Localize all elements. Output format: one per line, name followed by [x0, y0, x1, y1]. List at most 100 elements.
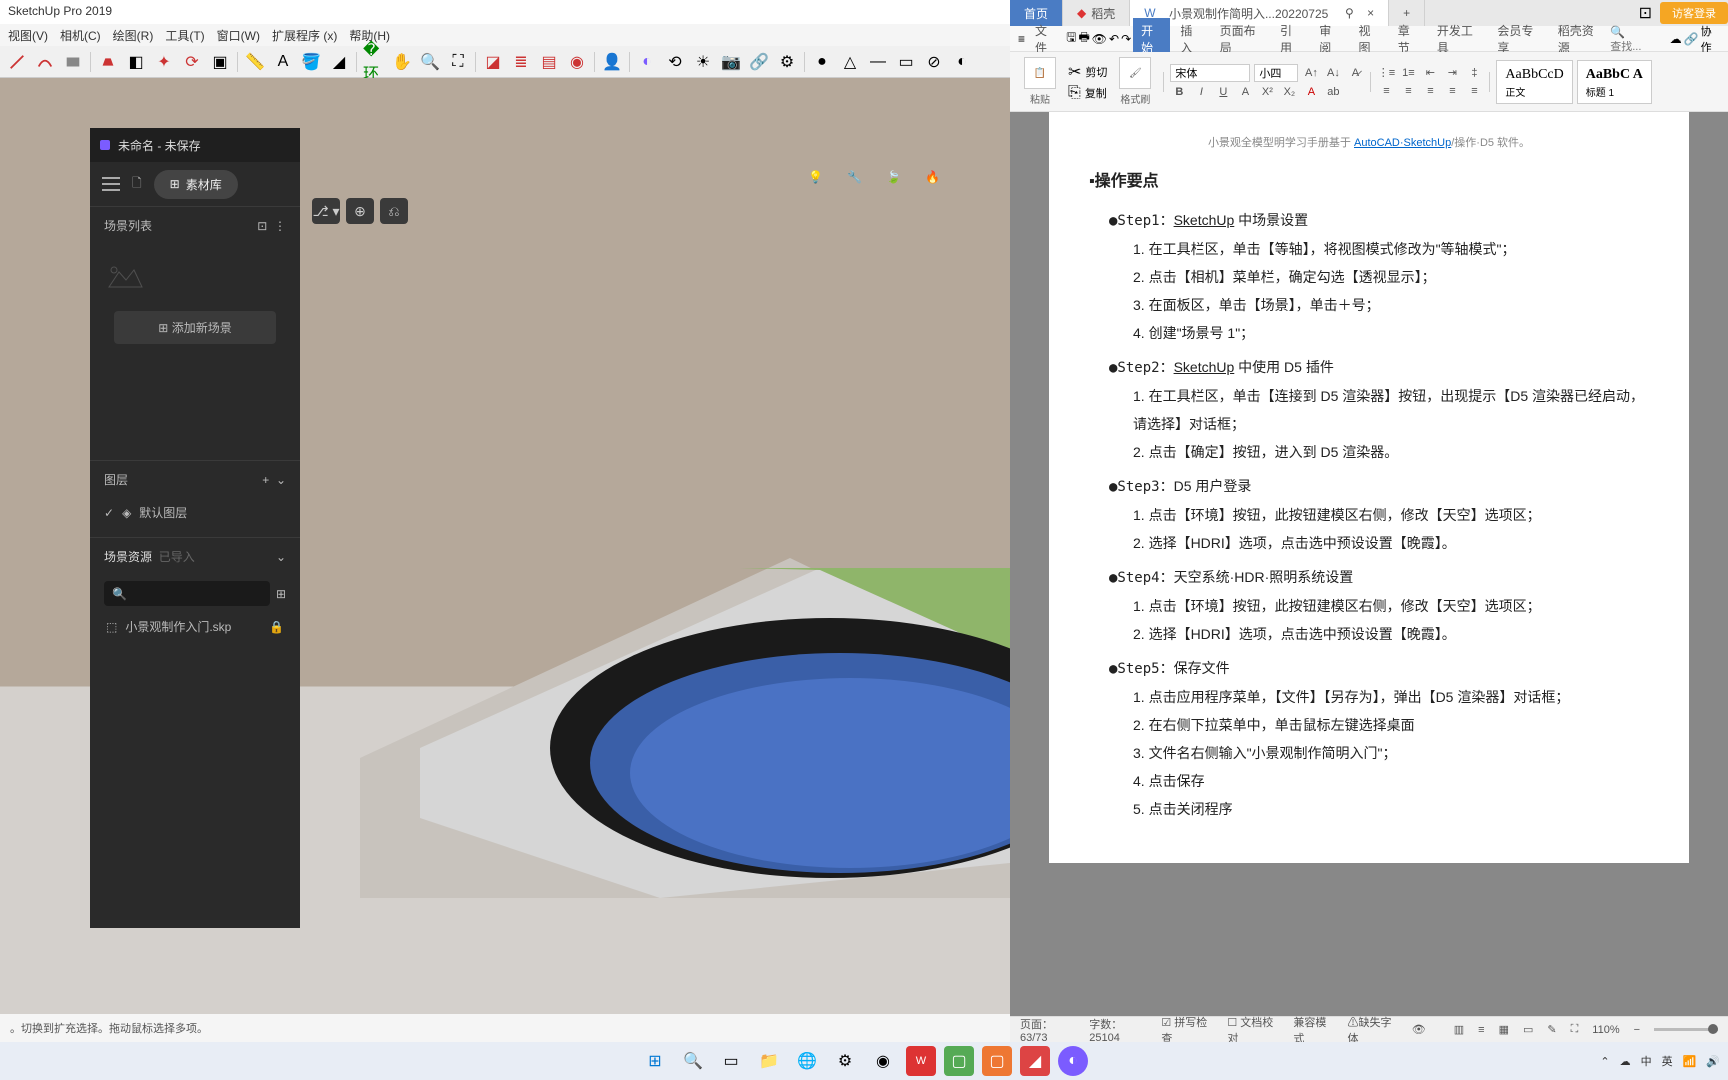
back-icon[interactable]: ◐	[951, 51, 973, 73]
more-icon[interactable]: ⋮	[274, 219, 286, 233]
taskview-button[interactable]: ▭	[716, 1046, 746, 1076]
edge-icon[interactable]: —	[867, 51, 889, 73]
tray-cloud-icon[interactable]: ☁	[1620, 1055, 1631, 1068]
grid-button[interactable]: ⊕	[346, 198, 374, 224]
copy-label[interactable]: 复制	[1085, 85, 1107, 101]
xray-icon[interactable]: ⊘	[923, 51, 945, 73]
chevron-down-icon[interactable]: ⌄	[276, 550, 286, 564]
view-outline-icon[interactable]: ≡	[1478, 1024, 1484, 1036]
snap-button[interactable]: ⎌	[380, 198, 408, 224]
menu-view[interactable]: 视图(V)	[8, 27, 48, 44]
super-icon[interactable]: X²	[1258, 84, 1276, 100]
person-icon[interactable]: 👤	[601, 51, 623, 73]
word-count[interactable]: 字数：25104	[1089, 1016, 1147, 1044]
format-painter-button[interactable]: 🖌	[1119, 57, 1151, 89]
style-h1[interactable]: AaBbC A标题 1	[1577, 60, 1652, 104]
wifi-icon[interactable]: 📶	[1683, 1055, 1697, 1068]
clear-format-icon[interactable]: A̷	[1346, 65, 1364, 81]
edge-icon[interactable]: 🌐	[792, 1046, 822, 1076]
d5-camera-icon[interactable]: 📷	[720, 51, 742, 73]
arc-tool-icon[interactable]	[34, 51, 56, 73]
document-area[interactable]: 小景观全模型明学习手册基于 AutoCAD·SketchUp/操作·D5 软件。…	[1010, 112, 1728, 1016]
add-scene-button[interactable]: ⊞ 添加新场景	[114, 311, 276, 344]
wire-icon[interactable]: △	[839, 51, 861, 73]
eye-icon[interactable]: 👁	[1412, 1023, 1426, 1036]
add-layer-icon[interactable]: +	[262, 473, 269, 487]
indent-icon[interactable]: ⇥	[1443, 65, 1461, 81]
align-left-icon[interactable]: ≡	[1377, 83, 1395, 99]
login-button[interactable]: 访客登录	[1660, 2, 1728, 24]
align-center-icon[interactable]: ≡	[1399, 83, 1417, 99]
view-page-icon[interactable]: ▥	[1454, 1023, 1464, 1036]
orbit-icon[interactable]: �环	[363, 51, 385, 73]
collab-icon[interactable]: 协作	[1701, 23, 1720, 55]
grid-view-icon[interactable]: ⊞	[276, 587, 286, 601]
d5-logo-icon[interactable]: ◐	[636, 51, 658, 73]
cloud-icon[interactable]: ☁	[1670, 32, 1682, 46]
d5-link-icon[interactable]: 🔗	[748, 51, 770, 73]
font-color-icon[interactable]: A	[1302, 84, 1320, 100]
bullets-icon[interactable]: ⋮≡	[1377, 65, 1395, 81]
layers-icon[interactable]: ≣	[510, 51, 532, 73]
eraser-icon[interactable]: ◢	[328, 51, 350, 73]
tape-icon[interactable]: 📏	[244, 51, 266, 73]
view-web-icon[interactable]: ▦	[1499, 1023, 1509, 1036]
d5-light-icon[interactable]: ☀	[692, 51, 714, 73]
menu-draw[interactable]: 绘图(R)	[113, 27, 154, 44]
zoom-value[interactable]: 110%	[1592, 1024, 1619, 1036]
share-icon[interactable]: 🔗	[1684, 32, 1699, 46]
pan-icon[interactable]: ✋	[391, 51, 413, 73]
fit-icon[interactable]: ⛶	[1571, 1023, 1579, 1036]
flame-icon[interactable]: 🔥	[925, 170, 940, 184]
tab-docer[interactable]: ◆稻壳	[1063, 0, 1130, 26]
scale-icon[interactable]: ▣	[209, 51, 231, 73]
menu-extensions[interactable]: 扩展程序 (x)	[272, 27, 337, 44]
undo-icon[interactable]: ↶	[1109, 32, 1119, 46]
menu-window[interactable]: 窗口(W)	[217, 27, 260, 44]
rect-tool-icon[interactable]	[62, 51, 84, 73]
page-count[interactable]: 页面：63/73	[1020, 1016, 1075, 1044]
menu-camera[interactable]: 相机(C)	[60, 27, 101, 44]
wps-app-icon[interactable]: W	[906, 1046, 936, 1076]
outdent-icon[interactable]: ⇤	[1421, 65, 1439, 81]
text-icon[interactable]: A	[272, 51, 294, 73]
file-icon[interactable]: 🗋	[132, 174, 142, 195]
menu-tools[interactable]: 工具(T)	[165, 27, 204, 44]
move-icon[interactable]: ✦	[153, 51, 175, 73]
search-button[interactable]: 🔍	[678, 1046, 708, 1076]
d5-sync-icon[interactable]: ⟲	[664, 51, 686, 73]
numbering-icon[interactable]: 1≡	[1399, 65, 1417, 81]
print-icon[interactable]: 🖶	[1078, 28, 1089, 49]
d5-gear-icon[interactable]: ⚙	[776, 51, 798, 73]
pushpull-icon[interactable]	[97, 51, 119, 73]
zoom-slider[interactable]	[1654, 1028, 1718, 1031]
start-button[interactable]: ⊞	[640, 1046, 670, 1076]
offset-icon[interactable]: ◧	[125, 51, 147, 73]
italic-icon[interactable]: I	[1192, 84, 1210, 100]
app-green-icon[interactable]: ▢	[944, 1046, 974, 1076]
line-tool-icon[interactable]	[6, 51, 28, 73]
paste-button[interactable]: 📋	[1024, 57, 1056, 89]
strike-icon[interactable]: A	[1236, 84, 1254, 100]
align-right-icon[interactable]: ≡	[1421, 83, 1439, 99]
hamburger-icon[interactable]	[102, 177, 120, 191]
layer-row-default[interactable]: ✓ ◈ 默认图层	[104, 498, 286, 527]
window-mode-icon[interactable]: ⊡	[1639, 3, 1652, 23]
bulb-icon[interactable]: 💡	[808, 170, 823, 184]
expand-icon[interactable]: ⊡	[257, 219, 267, 233]
zoom-extents-icon[interactable]: ⛶	[447, 51, 469, 73]
bold-icon[interactable]: B	[1170, 84, 1188, 100]
d5-app-icon[interactable]: ◐	[1058, 1046, 1088, 1076]
chevron-down-icon[interactable]: ⌄	[276, 473, 286, 487]
ime-mode[interactable]: 英	[1662, 1053, 1673, 1069]
app-orange-icon[interactable]: ▢	[982, 1046, 1012, 1076]
paint-icon[interactable]: 🪣	[300, 51, 322, 73]
ribbon-search[interactable]	[1610, 41, 1660, 53]
volume-icon[interactable]: 🔊	[1706, 1055, 1720, 1068]
explorer-icon[interactable]: 📁	[754, 1046, 784, 1076]
distribute-icon[interactable]: ≡	[1465, 83, 1483, 99]
rotate-icon[interactable]: ⟳	[181, 51, 203, 73]
outliner-icon[interactable]: ▤	[538, 51, 560, 73]
settings-icon[interactable]: ⚙	[830, 1046, 860, 1076]
leaf-icon[interactable]: 🍃	[886, 170, 901, 184]
